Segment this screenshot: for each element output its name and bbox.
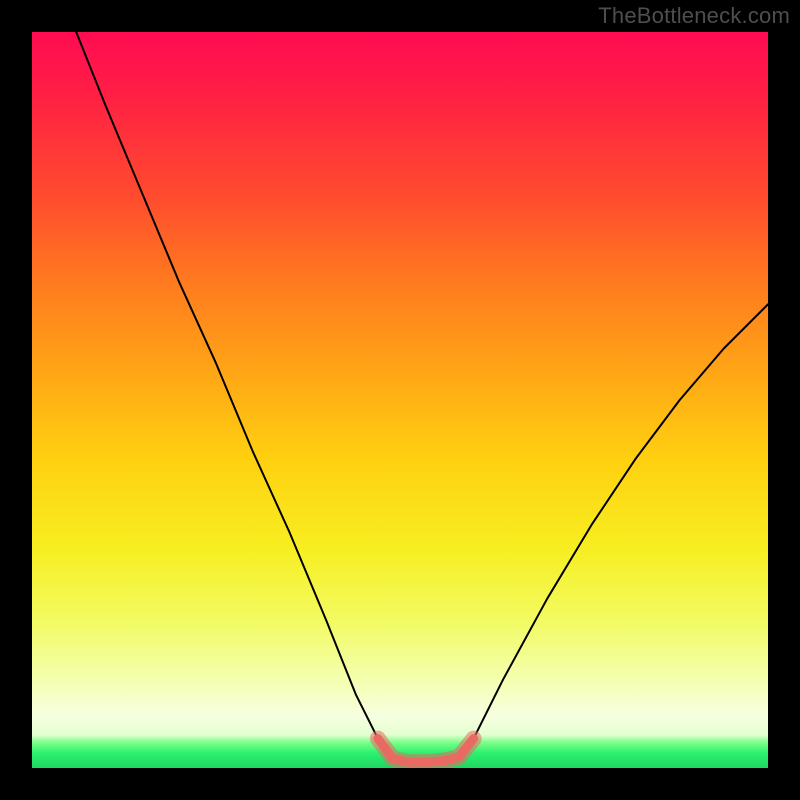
chart-svg <box>32 32 768 768</box>
watermark-text: TheBottleneck.com <box>598 3 790 29</box>
bottleneck-curve <box>76 32 768 762</box>
plot-area <box>32 32 768 768</box>
chart-frame: TheBottleneck.com <box>0 0 800 800</box>
